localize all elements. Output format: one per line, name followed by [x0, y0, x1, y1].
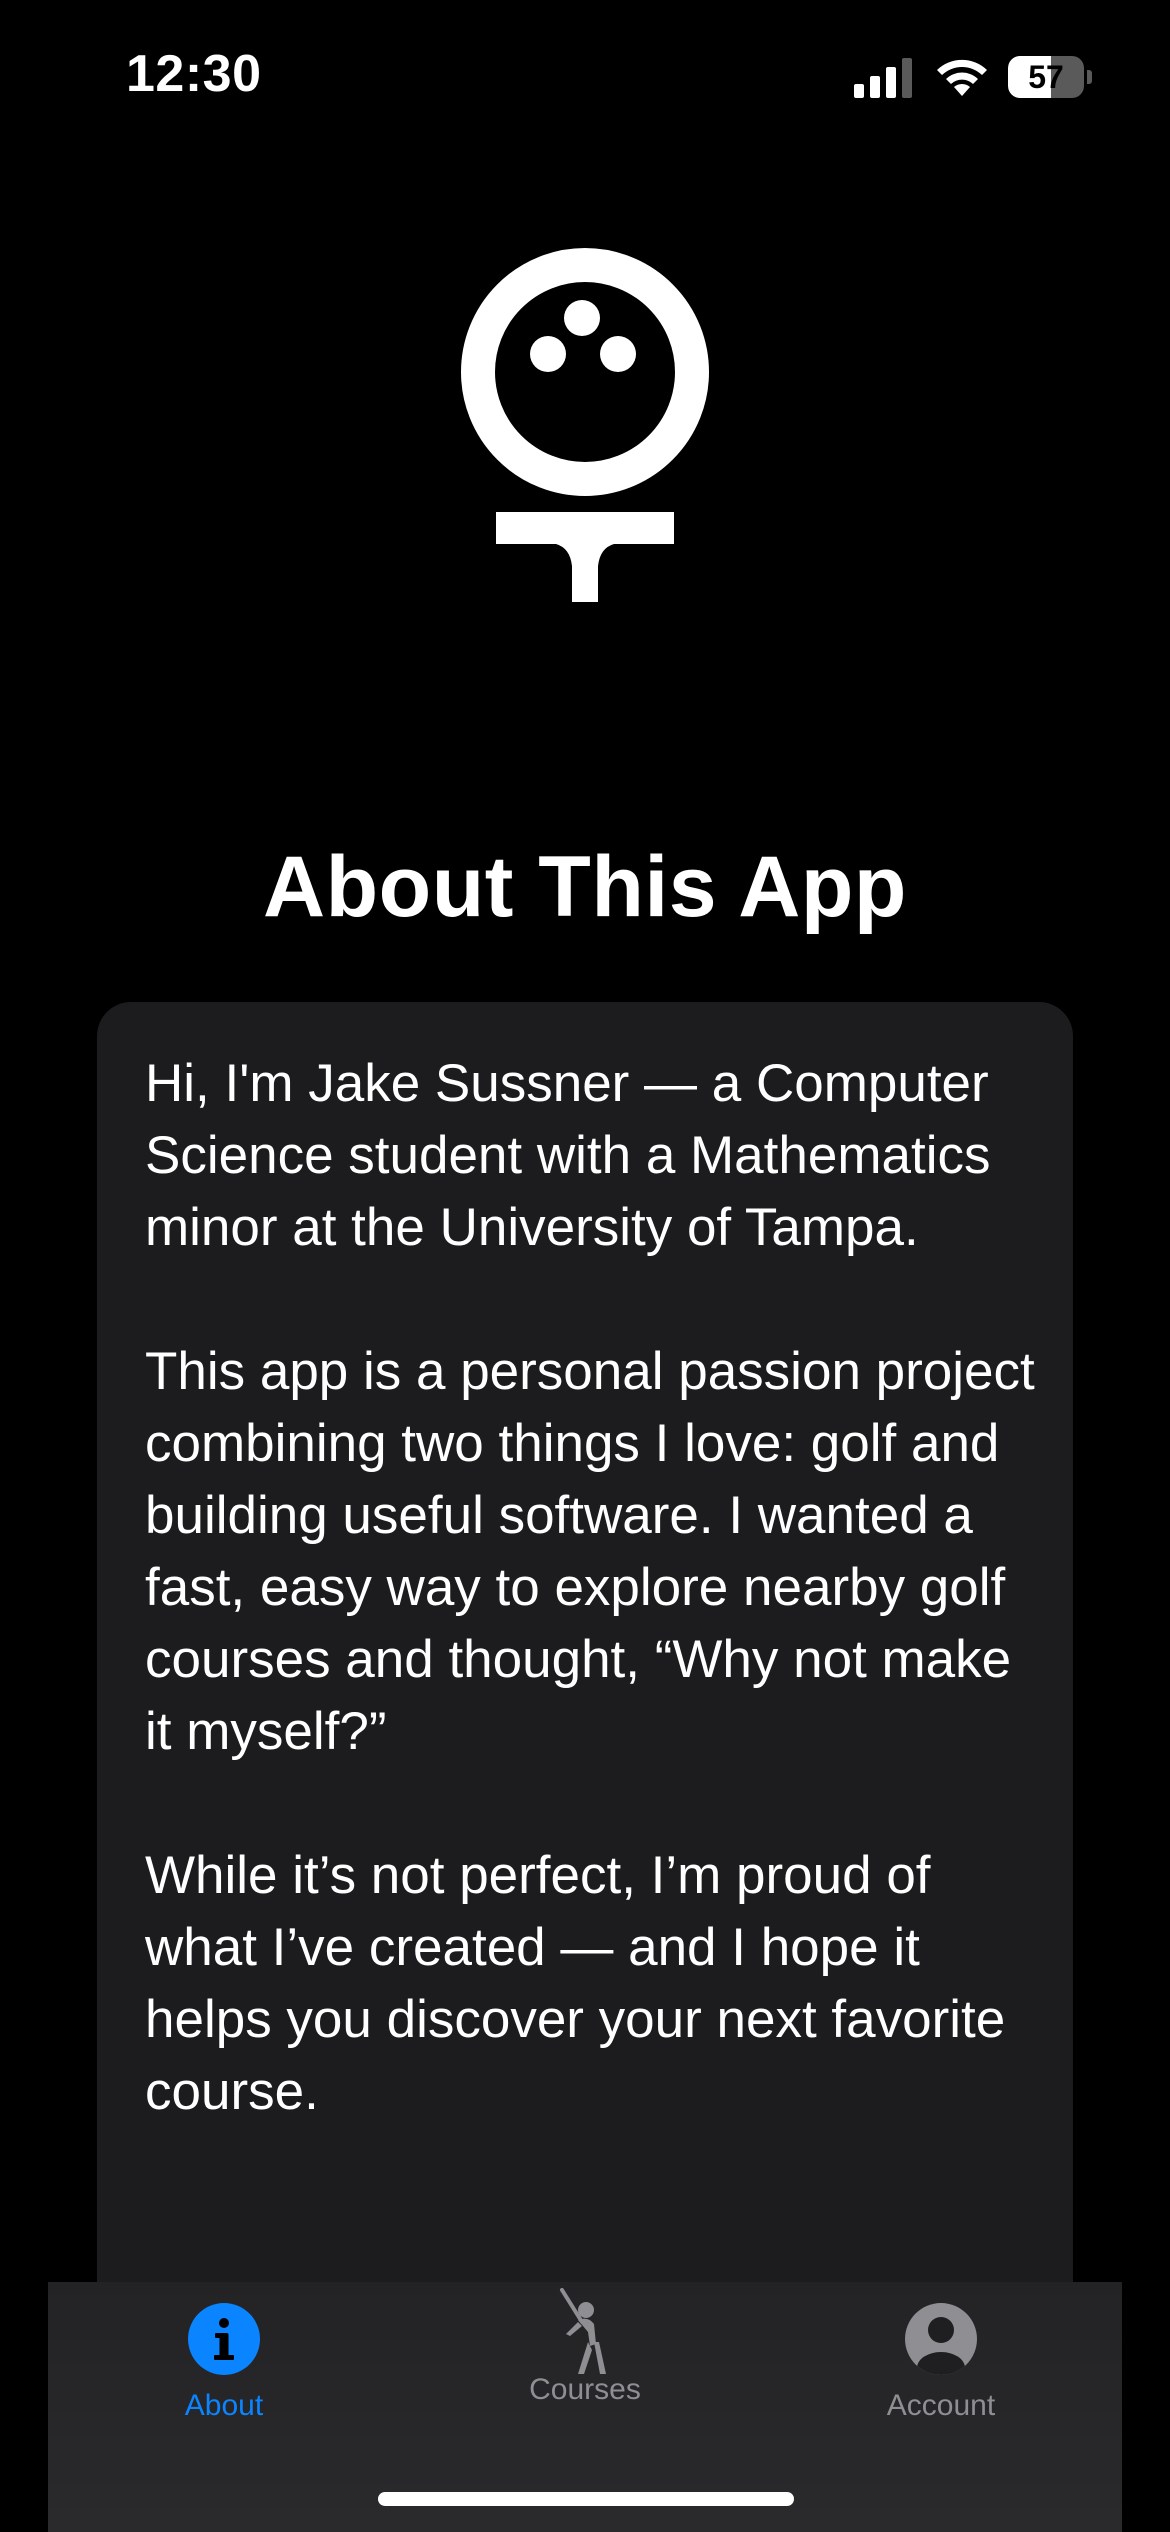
- tab-account[interactable]: Account: [821, 2302, 1061, 2452]
- status-bar: 12:30 57: [0, 0, 1170, 150]
- battery-level: 57: [1028, 59, 1064, 95]
- about-paragraph: Hi, I'm Jake Sussner — a Computer Scienc…: [145, 1054, 991, 1257]
- page-title: About This App: [263, 839, 907, 935]
- about-paragraph: While it’s not perfect, I’m proud of wha…: [145, 1846, 1006, 2121]
- about-paragraph: This app is a personal passion project c…: [145, 1342, 1035, 1761]
- golf-ball-on-tee-icon: [461, 248, 709, 602]
- tab-about[interactable]: About: [104, 2302, 344, 2452]
- battery-icon: 57: [1008, 56, 1092, 98]
- tab-about-label: About: [184, 2389, 264, 2422]
- signal-icon: [854, 58, 912, 98]
- tab-courses[interactable]: Courses: [465, 2288, 705, 2452]
- tab-account-label: Account: [886, 2389, 996, 2422]
- about-screen: 12:30 57 About This App Hi, I'm Jake Sus…: [0, 0, 1170, 2532]
- about-text: Hi, I'm Jake Sussner — a Computer Scienc…: [145, 1048, 1045, 2200]
- status-time: 12:30: [126, 45, 262, 103]
- home-indicator[interactable]: [378, 2492, 794, 2506]
- person-circle-icon: [905, 2303, 977, 2375]
- info-circle-icon: [188, 2303, 260, 2375]
- tab-courses-label: Courses: [529, 2373, 641, 2406]
- battery-body: 57: [1008, 56, 1084, 98]
- battery-cap: [1087, 70, 1092, 84]
- golfer-icon: [560, 2288, 606, 2374]
- wifi-icon: [937, 59, 987, 96]
